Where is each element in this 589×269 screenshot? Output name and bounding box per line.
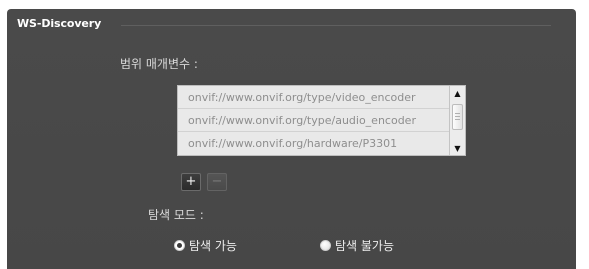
plus-icon: + — [185, 174, 197, 189]
minus-icon: − — [211, 174, 223, 189]
list-item[interactable]: onvif://www.onvif.org/type/audio_encoder — [178, 109, 452, 132]
add-scope-button[interactable]: + — [181, 173, 201, 191]
ws-discovery-panel: WS-Discovery 범위 매개변수 : onvif://www.onvif… — [7, 9, 576, 269]
remove-scope-button[interactable]: − — [207, 173, 227, 191]
list-item[interactable]: onvif://www.onvif.org/type/video_encoder — [178, 86, 452, 109]
radio-discoverable[interactable]: 탐색 가능 — [174, 237, 237, 254]
section-divider — [121, 25, 551, 26]
grip-line — [455, 119, 460, 120]
radio-non-discoverable[interactable]: 탐색 불가능 — [320, 237, 394, 254]
scope-list[interactable]: onvif://www.onvif.org/type/video_encoder… — [177, 85, 466, 156]
section-title: WS-Discovery — [17, 17, 102, 30]
scope-parameters-label: 범위 매개변수 : — [120, 57, 198, 71]
down-arrow-icon[interactable]: ▼ — [450, 143, 465, 155]
grip-line — [455, 116, 460, 117]
radio-label: 탐색 가능 — [189, 239, 237, 253]
up-arrow-icon[interactable]: ▲ — [450, 88, 465, 100]
grip-line — [455, 113, 460, 114]
discovery-mode-label: 탐색 모드 : — [148, 208, 204, 222]
scrollbar-thumb[interactable] — [452, 104, 463, 130]
radio-label: 탐색 불가능 — [335, 239, 395, 253]
list-item[interactable]: onvif://www.onvif.org/hardware/P3301 — [178, 132, 452, 155]
list-scrollbar[interactable]: ▲ ▼ — [449, 86, 465, 155]
radio-selected-icon[interactable] — [174, 240, 185, 251]
radio-unselected-icon[interactable] — [320, 240, 331, 251]
